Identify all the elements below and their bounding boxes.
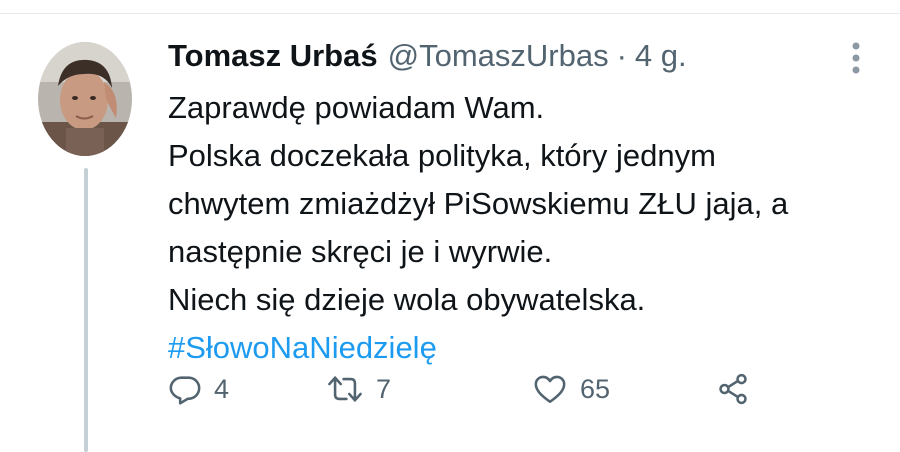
tweet-timestamp[interactable]: 4 g. <box>635 30 687 82</box>
heart-icon <box>534 375 566 404</box>
share-button[interactable] <box>716 364 750 414</box>
tweet-actions: 4 7 65 <box>168 364 788 414</box>
more-vertical-icon <box>852 42 860 74</box>
author-name[interactable]: Tomasz Urbaś <box>168 30 378 82</box>
tweet-text-line: Polska doczekała polityka, który jednym <box>168 138 716 173</box>
reply-button[interactable]: 4 <box>168 364 229 414</box>
tweet-screen: Tomasz Urbaś @TomaszUrbas · 4 g. Zaprawd… <box>0 0 900 452</box>
retweet-button[interactable]: 7 <box>326 364 391 414</box>
retweet-count: 7 <box>376 373 392 404</box>
avatar-photo <box>38 42 132 156</box>
meta-separator: · <box>616 38 627 73</box>
reply-icon <box>169 376 201 405</box>
tweet-text-line: Niech się dzieje wola obywatelska. <box>168 282 646 317</box>
tweet-text-line: Zaprawdę powiadam Wam. <box>168 90 545 125</box>
reply-count: 4 <box>214 373 230 404</box>
thread-line <box>84 168 88 452</box>
tweet-text: Zaprawdę powiadam Wam. Polska doczekała … <box>168 82 868 372</box>
retweet-icon <box>328 376 362 402</box>
like-button[interactable]: 65 <box>532 364 610 414</box>
tweet-body: Tomasz Urbaś @TomaszUrbas · 4 g. Zaprawd… <box>168 30 868 372</box>
top-divider <box>0 13 900 14</box>
avatar[interactable] <box>38 42 132 156</box>
more-options-button[interactable] <box>844 40 868 76</box>
tweet-header: Tomasz Urbaś @TomaszUrbas · 4 g. <box>168 30 868 82</box>
author-handle[interactable]: @TomaszUrbas <box>388 30 609 82</box>
tweet-text-line: chwytem zmiażdżył PiSowskiemu ZŁU jaja, … <box>168 186 789 221</box>
share-icon <box>719 373 747 405</box>
tweet-text-line: następnie skręci je i wyrwie. <box>168 234 553 269</box>
like-count: 65 <box>580 373 611 404</box>
